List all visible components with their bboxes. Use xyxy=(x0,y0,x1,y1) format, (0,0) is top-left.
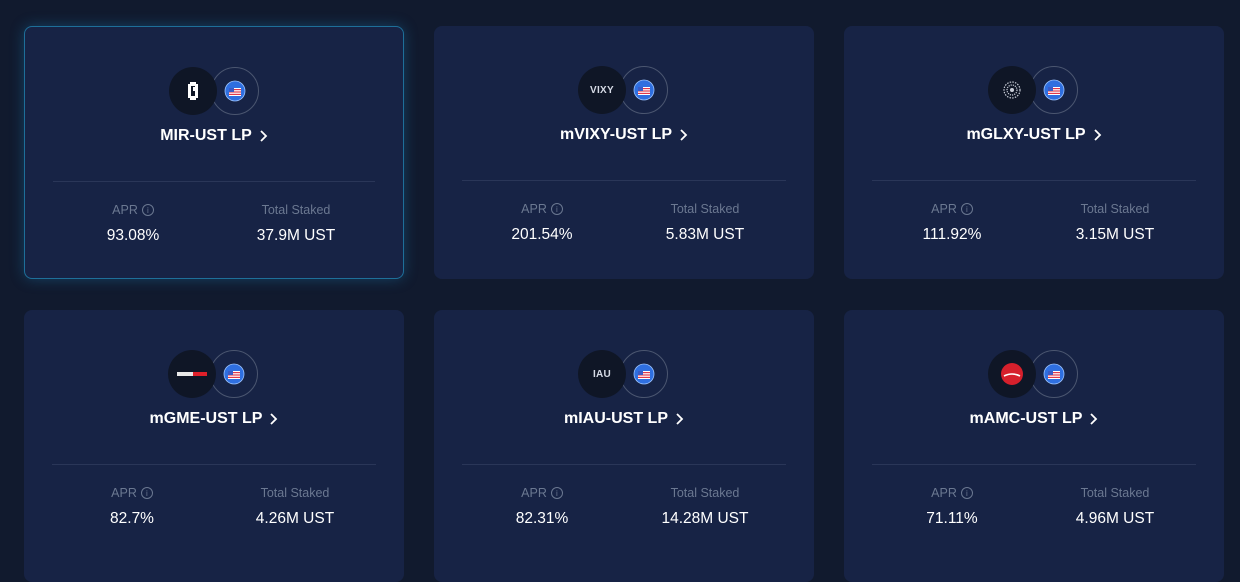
pool-title-text: mGME-UST LP xyxy=(149,410,263,427)
total-staked-value: 4.96M UST xyxy=(1075,510,1155,527)
total-staked-value: 4.26M UST xyxy=(255,510,335,527)
apr-value: 71.11% xyxy=(926,510,978,527)
pool-title[interactable]: mVIXY-UST LP xyxy=(434,126,814,144)
chevron-right-icon xyxy=(258,130,268,142)
ust-icon xyxy=(210,350,258,398)
ust-icon xyxy=(620,66,668,114)
iau-icon-text: IAU xyxy=(592,368,612,380)
total-staked-value: 3.15M UST xyxy=(1075,226,1155,243)
apr-value: 111.92% xyxy=(922,226,982,243)
pair-icons xyxy=(988,350,1080,400)
info-icon[interactable]: i xyxy=(140,487,153,499)
pair-icons xyxy=(168,350,260,400)
divider xyxy=(462,180,786,181)
apr-label: APR i xyxy=(434,486,650,500)
apr-label: APR i xyxy=(434,202,650,216)
glxy-icon xyxy=(988,66,1036,114)
divider xyxy=(872,464,1196,465)
info-icon[interactable]: i xyxy=(141,204,154,216)
amc-logo xyxy=(1001,363,1023,385)
total-staked-value: 14.28M UST xyxy=(661,510,749,527)
pool-card-mamc-ust[interactable]: mAMC-UST LP APR i Total Staked 71.11% 4.… xyxy=(844,310,1224,582)
divider xyxy=(53,181,375,182)
divider xyxy=(872,180,1196,181)
gme-icon xyxy=(168,350,216,398)
info-icon[interactable]: i xyxy=(960,203,973,215)
chevron-right-icon xyxy=(1092,129,1102,141)
chevron-right-icon xyxy=(674,413,684,425)
pair-icons xyxy=(169,67,261,117)
pool-title-text: mIAU-UST LP xyxy=(564,410,668,427)
pool-title[interactable]: mAMC-UST LP xyxy=(844,410,1224,428)
chevron-right-icon xyxy=(678,129,688,141)
total-staked-label: Total Staked xyxy=(260,486,330,500)
apr-label-text: APR xyxy=(931,202,957,216)
apr-value: 201.54% xyxy=(511,226,573,243)
apr-label: APR i xyxy=(24,486,240,500)
ust-icon xyxy=(211,67,259,115)
divider xyxy=(52,464,376,465)
info-icon[interactable]: i xyxy=(550,203,563,215)
pool-title-text: mGLXY-UST LP xyxy=(966,126,1086,143)
apr-value: 82.31% xyxy=(515,510,569,527)
total-staked-value: 37.9M UST xyxy=(256,227,336,244)
mirror-icon xyxy=(169,67,217,115)
chevron-right-icon xyxy=(1088,413,1098,425)
apr-label: APR i xyxy=(844,486,1060,500)
info-icon[interactable]: i xyxy=(960,487,973,499)
total-staked-label: Total Staked xyxy=(670,486,740,500)
apr-label-text: APR xyxy=(521,202,547,216)
pool-card-mir-ust[interactable]: MIR-UST LP APR i Total Staked 93.08% 37.… xyxy=(24,26,404,279)
gamestop-logo xyxy=(177,372,207,376)
apr-label-text: APR xyxy=(931,486,957,500)
pool-title[interactable]: MIR-UST LP xyxy=(25,127,403,145)
info-icon[interactable]: i xyxy=(550,487,563,499)
pool-card-mgme-ust[interactable]: mGME-UST LP APR i Total Staked 82.7% 4.2… xyxy=(24,310,404,582)
vixy-icon-text: VIXY xyxy=(590,84,614,96)
chevron-right-icon xyxy=(268,413,278,425)
pool-title[interactable]: mIAU-UST LP xyxy=(434,410,814,428)
pool-card-miau-ust[interactable]: IAU mIAU-UST LP APR i Total Staked 82.31… xyxy=(434,310,814,582)
pool-card-mvixy-ust[interactable]: VIXY mVIXY-UST LP APR i Total Staked 201… xyxy=(434,26,814,279)
apr-label-text: APR xyxy=(111,486,137,500)
pool-title[interactable]: mGME-UST LP xyxy=(24,410,404,428)
pair-icons: VIXY xyxy=(578,66,670,116)
divider xyxy=(462,464,786,465)
pool-title-text: mVIXY-UST LP xyxy=(559,126,673,143)
pool-title-text: mAMC-UST LP xyxy=(969,410,1083,427)
total-staked-value: 5.83M UST xyxy=(665,226,745,243)
pool-grid: MIR-UST LP APR i Total Staked 93.08% 37.… xyxy=(0,0,1240,582)
amc-icon xyxy=(988,350,1036,398)
iau-icon: IAU xyxy=(578,350,626,398)
ust-icon xyxy=(1030,66,1078,114)
pool-title[interactable]: mGLXY-UST LP xyxy=(844,126,1224,144)
total-staked-label: Total Staked xyxy=(670,202,740,216)
total-staked-label: Total Staked xyxy=(1080,202,1150,216)
pool-card-mglxy-ust[interactable]: mGLXY-UST LP APR i Total Staked 111.92% … xyxy=(844,26,1224,279)
pool-title-text: MIR-UST LP xyxy=(160,127,252,144)
apr-label: APR i xyxy=(844,202,1060,216)
apr-label-text: APR xyxy=(112,203,138,217)
apr-label-text: APR xyxy=(521,486,547,500)
vixy-icon: VIXY xyxy=(578,66,626,114)
apr-value: 82.7% xyxy=(110,510,154,527)
apr-label: APR i xyxy=(25,203,241,217)
total-staked-label: Total Staked xyxy=(1080,486,1150,500)
pair-icons: IAU xyxy=(578,350,670,400)
pair-icons xyxy=(988,66,1080,116)
ust-icon xyxy=(1030,350,1078,398)
apr-value: 93.08% xyxy=(106,227,160,244)
total-staked-label: Total Staked xyxy=(261,203,331,217)
ust-icon xyxy=(620,350,668,398)
